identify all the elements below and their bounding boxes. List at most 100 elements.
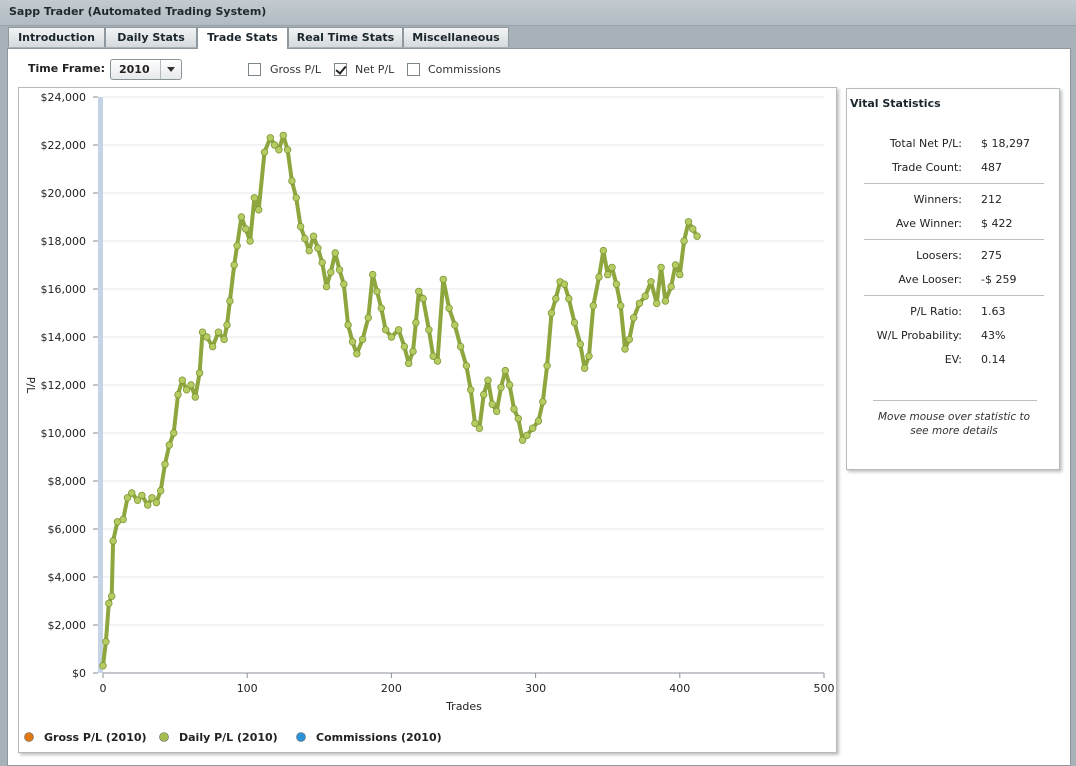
net-pl-checkbox[interactable] — [334, 63, 347, 76]
data-point[interactable] — [475, 424, 484, 432]
data-point[interactable] — [667, 282, 675, 291]
data-point[interactable] — [612, 280, 621, 288]
series-line[interactable] — [101, 133, 699, 667]
data-point[interactable] — [425, 326, 433, 334]
data-point[interactable] — [237, 213, 246, 221]
data-point[interactable] — [523, 431, 531, 440]
data-point[interactable] — [283, 146, 292, 154]
data-point[interactable] — [493, 407, 501, 416]
data-point[interactable] — [331, 249, 339, 257]
data-point[interactable] — [208, 342, 217, 351]
data-point[interactable] — [230, 261, 238, 269]
data-point[interactable] — [156, 486, 165, 495]
stat-wl-probability[interactable]: W/L Probability: 43% — [847, 329, 1061, 343]
data-point[interactable] — [203, 333, 211, 341]
legend-label[interactable]: Commissions (2010) — [316, 731, 442, 744]
data-point[interactable] — [543, 362, 551, 370]
data-point[interactable] — [451, 321, 459, 329]
legend-marker[interactable] — [24, 732, 34, 742]
data-point[interactable] — [187, 381, 195, 389]
data-point[interactable] — [684, 218, 693, 226]
data-point[interactable] — [657, 263, 665, 272]
data-point[interactable] — [220, 335, 228, 344]
data-point[interactable] — [412, 318, 420, 327]
data-point[interactable] — [653, 299, 661, 308]
data-point[interactable] — [539, 398, 547, 406]
data-point[interactable] — [693, 232, 701, 240]
data-point[interactable] — [680, 237, 688, 245]
data-point[interactable] — [214, 328, 223, 336]
data-point[interactable] — [621, 345, 629, 353]
data-point[interactable] — [340, 280, 348, 288]
data-point[interactable] — [647, 278, 655, 286]
data-point[interactable] — [635, 299, 644, 308]
data-point[interactable] — [599, 246, 608, 255]
data-point[interactable] — [296, 222, 305, 231]
data-point[interactable] — [405, 359, 413, 368]
tab-miscellaneous[interactable]: Miscellaneous — [403, 27, 509, 47]
data-point[interactable] — [377, 304, 385, 312]
data-point[interactable] — [288, 177, 296, 185]
data-point[interactable] — [152, 498, 161, 507]
data-point[interactable] — [314, 244, 322, 252]
data-point[interactable] — [415, 287, 423, 296]
data-point[interactable] — [394, 326, 403, 334]
pl-chart[interactable]: $0 $2,000 $4,000 $6,000 $8,000 $10,000 $12,000… — [19, 88, 836, 752]
data-point[interactable] — [335, 266, 344, 274]
data-point[interactable] — [128, 489, 136, 497]
stat-trade-count[interactable]: Trade Count: 487 — [847, 161, 1061, 175]
stat-loosers[interactable]: Loosers: 275 — [847, 249, 1061, 263]
data-point[interactable] — [400, 342, 409, 351]
data-point[interactable] — [641, 292, 649, 300]
data-point[interactable] — [480, 390, 488, 399]
stat-ave-winner[interactable]: Ave Winner: $ 422 — [847, 217, 1061, 231]
data-point[interactable] — [501, 366, 509, 375]
data-point[interactable] — [676, 270, 684, 279]
data-point[interactable] — [344, 321, 352, 329]
data-point[interactable] — [348, 338, 357, 346]
data-point[interactable] — [617, 302, 625, 310]
data-point[interactable] — [165, 441, 173, 449]
data-point[interactable] — [169, 429, 178, 437]
data-point[interactable] — [505, 381, 514, 389]
data-point[interactable] — [195, 369, 204, 377]
data-point[interactable] — [570, 318, 579, 327]
data-point[interactable] — [364, 314, 372, 322]
data-point[interactable] — [353, 350, 361, 358]
data-point[interactable] — [589, 302, 597, 310]
data-point[interactable] — [552, 294, 560, 303]
time-frame-select[interactable]: 2010 — [110, 59, 182, 80]
data-point[interactable] — [671, 261, 680, 269]
data-point[interactable] — [322, 282, 331, 291]
gross-pl-label[interactable]: Gross P/L — [270, 63, 321, 76]
data-point[interactable] — [266, 134, 274, 142]
data-point[interactable] — [419, 294, 427, 303]
net-pl-label[interactable]: Net P/L — [355, 63, 394, 76]
data-point[interactable] — [260, 148, 269, 156]
data-point[interactable] — [301, 234, 309, 243]
gross-pl-checkbox[interactable] — [248, 63, 261, 76]
data-point[interactable] — [604, 270, 612, 279]
data-point[interactable] — [275, 146, 283, 154]
data-point[interactable] — [565, 294, 573, 303]
data-point[interactable] — [309, 232, 318, 240]
data-point[interactable] — [484, 376, 492, 384]
data-point[interactable] — [223, 321, 231, 329]
data-point[interactable] — [630, 314, 638, 322]
tab-daily-stats[interactable]: Daily Stats — [105, 27, 197, 47]
tab-trade-stats[interactable]: Trade Stats — [197, 27, 288, 49]
data-point[interactable] — [585, 352, 593, 360]
data-point[interactable] — [514, 414, 522, 423]
data-point[interactable] — [497, 383, 505, 392]
data-point[interactable] — [369, 270, 377, 279]
data-point[interactable] — [233, 242, 241, 250]
data-point[interactable] — [109, 537, 117, 545]
stat-total-net-pl[interactable]: Total Net P/L: $ 18,297 — [847, 137, 1061, 151]
tab-real-time-stats[interactable]: Real Time Stats — [288, 27, 403, 47]
data-point[interactable] — [625, 335, 633, 344]
data-point[interactable] — [138, 491, 146, 500]
data-point[interactable] — [689, 225, 697, 233]
data-point[interactable] — [105, 599, 113, 608]
data-point[interactable] — [439, 275, 447, 284]
data-point[interactable] — [560, 280, 569, 288]
